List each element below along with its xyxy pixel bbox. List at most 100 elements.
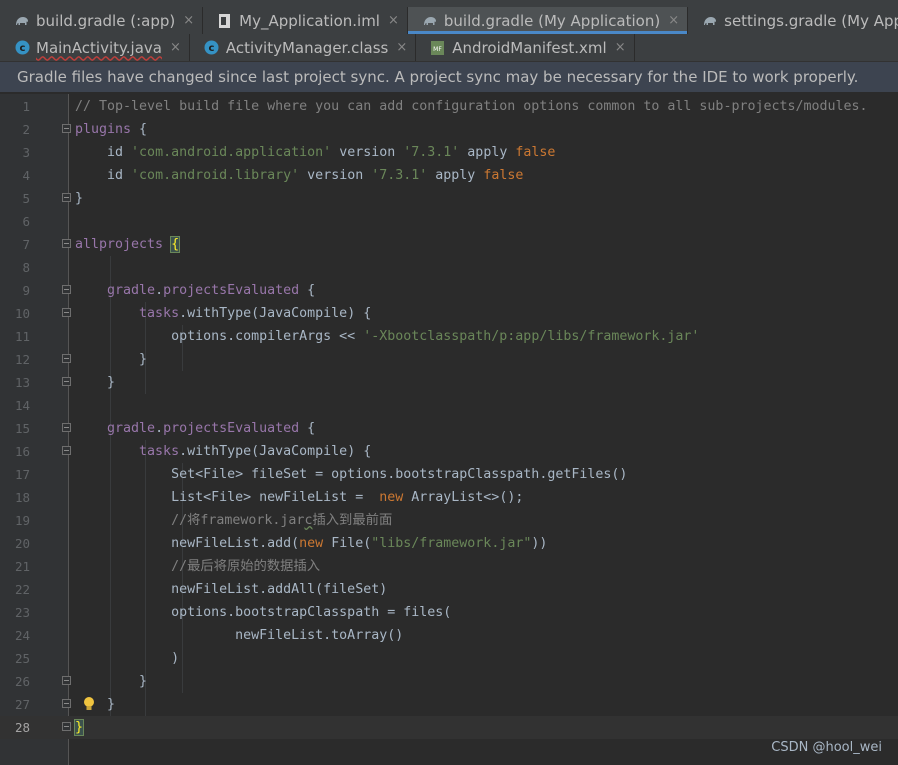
line-number: 6 [22,214,30,229]
svg-text:c: c [19,43,25,54]
code-line[interactable]: 19 //将framework.jarc插入到最前面 [0,509,898,532]
code-text: Set<File> fileSet = options.bootstrapCla… [75,463,627,486]
token-comment: //将framework.jar [75,513,305,528]
code-line[interactable]: 24 newFileList.toArray() [0,624,898,647]
token-string: '7.3.1' [371,168,428,183]
fold-marker-icon[interactable] [62,699,71,708]
code-line[interactable]: 3 id 'com.android.application' version '… [0,141,898,164]
tab-label: My_Application.iml [239,11,380,30]
close-icon[interactable]: × [615,40,626,55]
line-number: 24 [14,628,30,643]
line-number: 9 [22,283,30,298]
gradle-sync-banner: Gradle files have changed since last pro… [0,62,898,92]
code-line[interactable]: 1 // Top-level build file where you can a… [0,95,898,118]
token-plain: .withType(JavaCompile) { [179,444,372,459]
token-brace: { [170,236,181,253]
tab-build-gradle-app[interactable]: build.gradle (:app) × [0,7,204,34]
line-number: 7 [22,237,30,252]
code-line[interactable]: 17 Set<File> fileSet = options.bootstrap… [0,463,898,486]
code-text: } [75,693,115,716]
code-line[interactable]: 21 //最后将原始的数据插入 [0,555,898,578]
code-text: } [75,348,147,371]
token-plain: version [299,168,372,183]
code-line[interactable]: 23 options.bootstrapClasspath = files( [0,601,898,624]
fold-marker-icon[interactable] [62,354,71,363]
token-plain: newFileList.add( [75,536,300,551]
code-line[interactable]: 28} [0,716,898,739]
fold-marker-icon[interactable] [62,193,71,202]
token-plain: ArrayList<>(); [403,490,524,505]
close-icon[interactable]: × [170,40,181,55]
code-text: options.bootstrapClasspath = files( [75,601,451,624]
line-number: 16 [14,444,30,459]
code-line[interactable]: 25 ) [0,647,898,670]
code-line[interactable]: 26 } [0,670,898,693]
code-line[interactable]: 15 gradle.projectsEvaluated { [0,417,898,440]
token-plain: newFileList.addAll(fileSet) [75,582,388,597]
code-line[interactable]: 16 tasks.withType(JavaCompile) { [0,440,898,463]
code-line[interactable]: 10 tasks.withType(JavaCompile) { [0,302,898,325]
gradle-elephant-icon [702,13,718,29]
tab-settings-gradle-my-application[interactable]: settings.gradle (My Application)× [688,7,898,34]
fold-marker-icon[interactable] [62,446,71,455]
code-line[interactable]: 4 id 'com.android.library' version '7.3.… [0,164,898,187]
close-icon[interactable]: × [183,13,194,28]
code-line[interactable]: 11 options.compilerArgs << '-Xbootclassp… [0,325,898,348]
code-line[interactable]: 20 newFileList.add(new File("libs/framew… [0,532,898,555]
token-plain: options.compilerArgs << [75,329,364,344]
fold-marker-icon[interactable] [62,722,71,731]
code-line[interactable]: 2 plugins { [0,118,898,141]
close-icon[interactable]: × [396,40,407,55]
code-text: ) [75,647,179,670]
code-line[interactable]: 9 gradle.projectsEvaluated { [0,279,898,302]
tab-label: build.gradle (My Application) [443,11,661,30]
code-line[interactable]: 22 newFileList.addAll(fileSet) [0,578,898,601]
tab-label: MainActivity.java [36,38,162,57]
line-number: 18 [14,490,30,505]
code-line[interactable]: 18 List<File> newFileList = new ArrayLis… [0,486,898,509]
tab-activitymanager-class[interactable]: c ActivityManager.class × [190,34,417,61]
token-plain: File( [323,536,372,551]
token-plain: apply [459,145,516,160]
token-property: plugins [75,122,132,137]
fold-marker-icon[interactable] [62,239,71,248]
code-editor[interactable]: 1 // Top-level build file where you can a… [0,94,898,765]
fold-marker-icon[interactable] [62,676,71,685]
code-line[interactable]: 7 allprojects { [0,233,898,256]
code-text: plugins { [75,118,147,141]
code-line[interactable]: 12 } [0,348,898,371]
close-icon[interactable]: × [668,13,679,28]
token-plain: { [299,283,316,298]
tab-mainactivity-java[interactable]: c MainActivity.java × [0,34,190,61]
fold-marker-icon[interactable] [62,308,71,317]
token-plain: } [75,697,116,712]
line-number: 28 [14,720,30,735]
tab-build-gradle-my-application[interactable]: build.gradle (My Application) × [407,7,689,34]
editor-tabs-row-2: c MainActivity.java × c ActivityManager.clas… [0,34,898,62]
token-keyword: new [379,490,404,505]
token-comment: //最后将原始的数据插入 [75,559,321,574]
code-line[interactable]: 6 [0,210,898,233]
fold-marker-icon[interactable] [62,377,71,386]
tab-label: settings.gradle (My Application) [724,11,898,30]
code-line[interactable]: 27 } [0,693,898,716]
code-line[interactable]: 8 [0,256,898,279]
line-number: 14 [14,398,30,413]
code-line[interactable]: 5} [0,187,898,210]
token-plain: } [75,191,84,206]
tab-androidmanifest-xml[interactable]: MF AndroidManifest.xml × [416,34,635,61]
code-line[interactable]: 13 } [0,371,898,394]
token-comment: // Top-level build file where you can ad… [75,99,868,114]
close-icon[interactable]: × [388,13,399,28]
token-string: '-Xbootclasspath/p:app/libs/framework.ja… [363,329,700,344]
token-comment: 插入到最前面 [312,513,393,528]
code-line[interactable]: 14 [0,394,898,417]
fold-marker-icon[interactable] [62,423,71,432]
tab-my-application-iml[interactable]: My_Application.iml × [203,7,408,34]
token-plain: id [75,168,132,183]
code-text: List<File> newFileList = new ArrayList<>… [75,486,523,509]
fold-marker-icon[interactable] [62,285,71,294]
fold-marker-icon[interactable] [62,124,71,133]
code-text: newFileList.toArray() [75,624,403,647]
banner-text: Gradle files have changed since last pro… [17,68,859,86]
